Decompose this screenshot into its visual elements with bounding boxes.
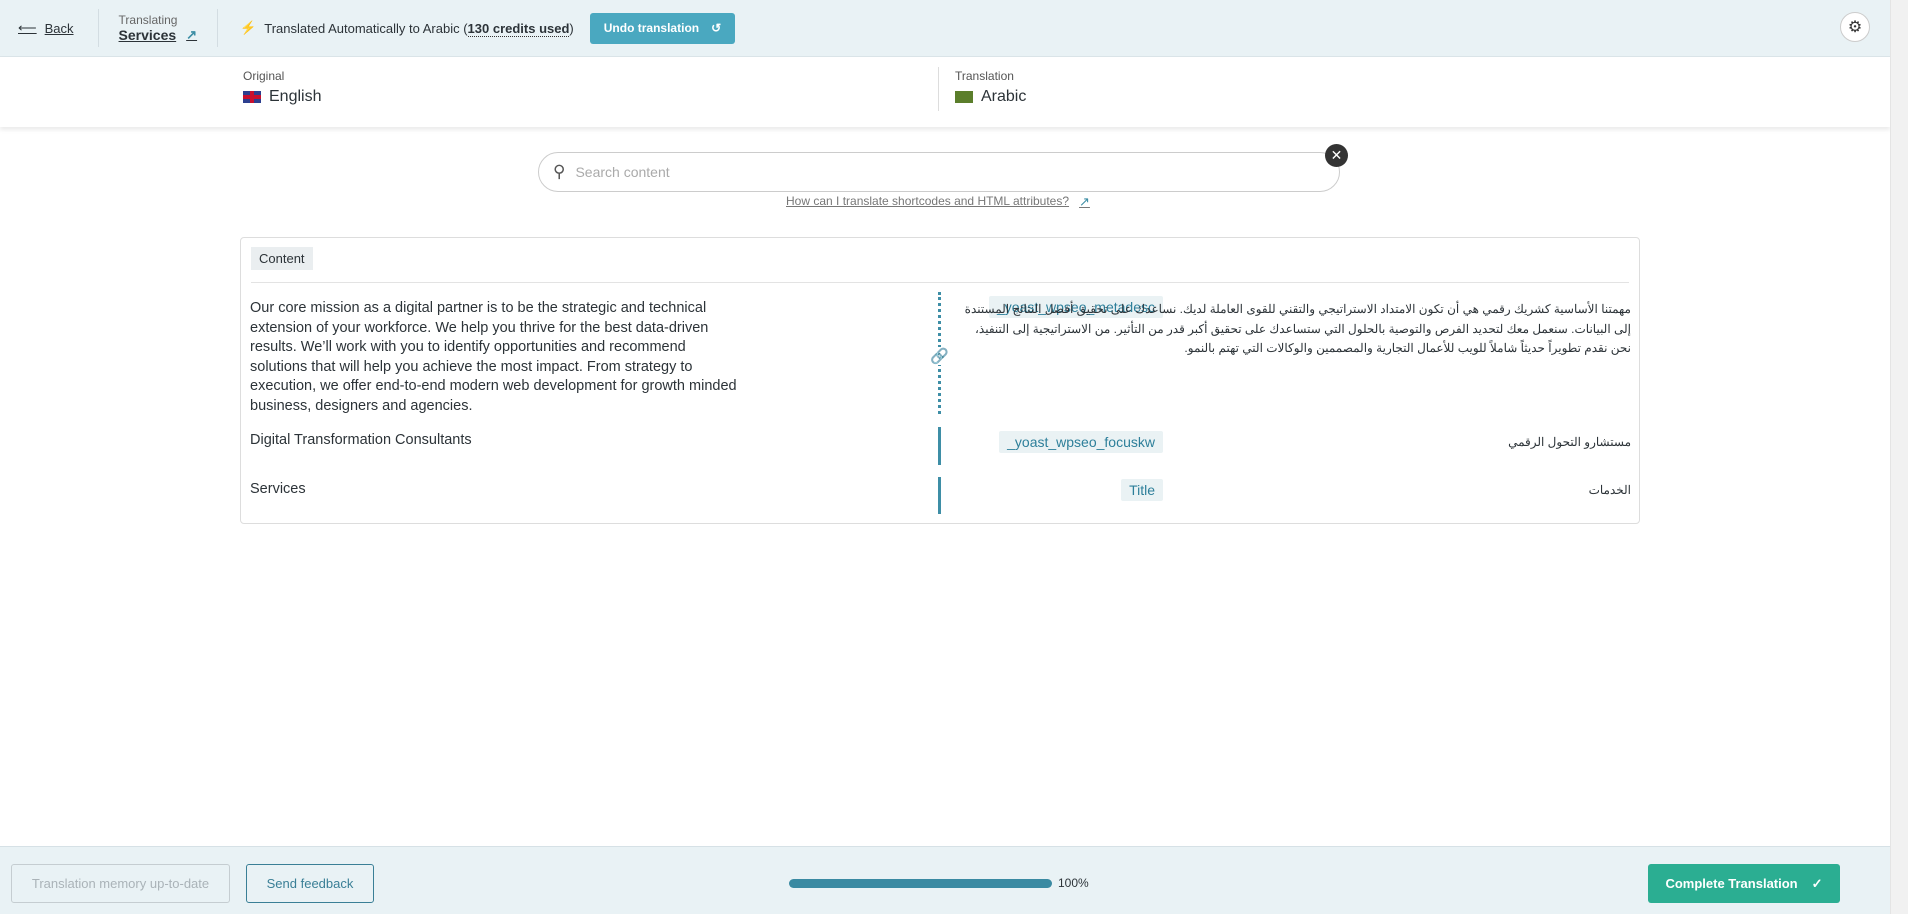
help-link[interactable]: How can I translate shortcodes and HTML … [786, 194, 1090, 210]
close-icon: ✕ [1330, 147, 1343, 163]
arrow-left-icon: ⟵ [18, 20, 37, 35]
search-input[interactable] [575, 164, 1276, 180]
external-link-icon: ↗ [1079, 194, 1090, 209]
clear-search-button[interactable]: ✕ [1325, 144, 1348, 167]
source-text: Digital Transformation Consultants [250, 432, 472, 448]
row-divider [938, 477, 941, 514]
help-link-text[interactable]: How can I translate shortcodes and HTML … [786, 194, 1069, 210]
progress-fill [789, 879, 1052, 888]
gear-icon: ⚙ [1847, 19, 1863, 36]
translated-text[interactable]: الخدمات [961, 481, 1631, 501]
scrollbar[interactable] [1890, 0, 1908, 914]
complete-label: Complete Translation [1665, 876, 1798, 891]
auto-text: Translated Automatically to Arabic ( [264, 20, 468, 36]
check-icon: ✓ [1811, 875, 1823, 891]
undo-label: Undo translation [603, 21, 700, 35]
saudi-flag-icon [955, 91, 973, 103]
translating-label: Translating [118, 13, 178, 27]
top-bar: ⟵ Back Translating Services ↗ ⚡ Translated… [0, 0, 1890, 57]
source-text: Our core mission as a digital partner is… [250, 300, 737, 414]
divider [251, 282, 1629, 283]
auto-text-close: ) [569, 20, 574, 36]
complete-translation-button[interactable]: Complete Translation ✓ [1648, 864, 1840, 903]
progress-bar [789, 879, 1052, 888]
page-title-link[interactable]: Services [119, 27, 177, 43]
section-label: Content [251, 247, 313, 270]
translation-language-name: Arabic [981, 88, 1027, 105]
translation-label: Translation [955, 69, 1014, 83]
original-language: Original English [243, 69, 321, 106]
search-icon: ⚲ [553, 162, 566, 181]
uk-flag-icon [243, 91, 261, 103]
translated-text[interactable]: مستشارو التحول الرقمي [961, 433, 1631, 453]
translation-language: Translation Arabic [955, 69, 1026, 106]
external-link-icon[interactable]: ↗ [186, 27, 197, 43]
undo-icon: ↺ [711, 21, 722, 35]
content-panel: Content Our core mission as a digital pa… [240, 237, 1640, 524]
original-label: Original [243, 69, 285, 83]
settings-button[interactable]: ⚙ [1840, 12, 1870, 42]
undo-translation-button[interactable]: Undo translation ↺ [589, 12, 736, 44]
language-bar: Original English Translation Arabic [0, 57, 1890, 127]
auto-translation-status: ⚡ Translated Automatically to Arabic (13… [218, 12, 736, 44]
translated-text[interactable]: مهمتنا الأساسية كشريك رقمي هي أن تكون ال… [961, 300, 1631, 359]
translation-memory-button[interactable]: Translation memory up-to-date [11, 864, 230, 903]
link-icon[interactable]: 🔗 [930, 347, 949, 365]
row-divider [938, 427, 941, 465]
progress-label: 100% [1058, 876, 1089, 890]
back-label: Back [44, 20, 74, 36]
original-language-name: English [269, 88, 322, 105]
back-button[interactable]: ⟵ Back [0, 20, 98, 36]
send-feedback-button[interactable]: Send feedback [246, 864, 374, 903]
footer-bar: Translation memory up-to-date Send feedb… [0, 846, 1890, 914]
search-box: ⚲ [538, 152, 1340, 192]
lightning-icon: ⚡ [240, 20, 257, 35]
divider [938, 67, 939, 111]
credits-used[interactable]: 130 credits used [467, 20, 570, 37]
translating-info: Translating Services ↗ [99, 13, 218, 43]
source-text: Services [250, 481, 306, 497]
